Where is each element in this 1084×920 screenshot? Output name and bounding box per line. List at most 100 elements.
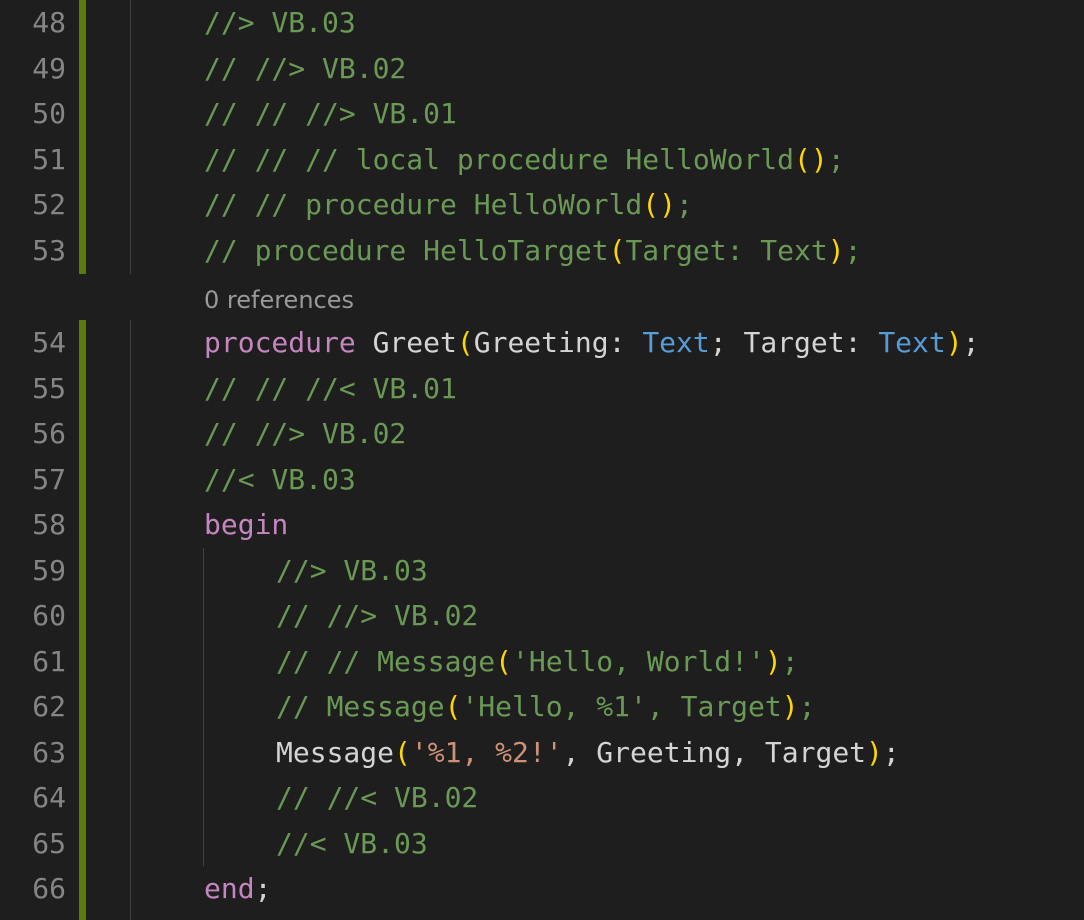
code-line[interactable]: 61 // // Message('Hello, World!'); <box>0 639 1084 684</box>
code-token: // //> VB.02 <box>204 417 407 450</box>
code-line[interactable]: 58 begin <box>0 502 1084 547</box>
code-text[interactable]: //< VB.03 <box>276 821 428 866</box>
line-number: 51 <box>32 142 66 176</box>
code-token: ; <box>962 326 980 359</box>
codelens-references[interactable]: 0 references <box>204 282 354 318</box>
code-token: ; <box>844 233 862 267</box>
code-token: () <box>642 188 677 221</box>
code-token: ; <box>798 690 816 723</box>
code-line[interactable]: 57 //< VB.03 <box>0 457 1084 502</box>
code-line[interactable]: 65 //< VB.03 <box>0 821 1084 866</box>
code-line[interactable]: 64 // //< VB.02 <box>0 775 1084 820</box>
line-number: 54 <box>32 326 66 359</box>
code-text[interactable]: // // procedure HelloWorld(); <box>204 182 693 227</box>
code-token: //> VB.03 <box>204 6 356 39</box>
code-editor[interactable]: 0 references 48 //> VB.03 49 // //> VB.02 50… <box>0 0 1084 920</box>
line-number: 61 <box>32 644 66 678</box>
code-token: // // Message <box>276 644 496 678</box>
code-token: 'Hello, World!' <box>512 644 765 678</box>
line-number: 58 <box>32 508 66 541</box>
code-line[interactable]: 59 //> VB.03 <box>0 548 1084 593</box>
code-text[interactable]: procedure Greet(Greeting: Text; Target: … <box>204 320 979 365</box>
code-text[interactable]: //> VB.03 <box>204 0 356 45</box>
code-text[interactable]: // //> VB.02 <box>204 411 406 456</box>
code-token: procedure <box>204 326 356 359</box>
code-text[interactable]: //< VB.03 <box>204 457 356 502</box>
code-token: ; <box>676 188 693 221</box>
code-token: begin <box>204 508 289 541</box>
code-line[interactable]: 63 Message('%1, %2!', Greeting, Target); <box>0 730 1084 775</box>
code-token: ; <box>781 644 799 678</box>
code-line[interactable]: 66 end; <box>0 866 1084 911</box>
code-token: // // //< VB.01 <box>204 371 457 405</box>
code-token: ; <box>254 872 272 905</box>
code-token: ) <box>781 690 799 723</box>
code-token: // // // local procedure HelloWorld <box>204 142 795 176</box>
line-number: 59 <box>32 553 66 587</box>
code-token: Greet <box>355 326 457 359</box>
line-number: 55 <box>32 371 66 405</box>
code-line[interactable]: 53 // procedure HelloTarget(Target: Text)… <box>0 228 1084 273</box>
code-token: ) <box>945 326 963 359</box>
code-token: //< VB.03 <box>204 462 356 496</box>
code-line[interactable]: 54 procedure Greet(Greeting: Text; Target… <box>0 320 1084 365</box>
line-number: 48 <box>32 6 66 39</box>
code-token: () <box>794 142 828 176</box>
code-token: ; Target: <box>709 326 879 359</box>
line-number: 52 <box>32 188 66 221</box>
code-token: Text <box>878 326 946 359</box>
code-text[interactable]: end; <box>204 866 271 911</box>
code-text[interactable]: // // Message('Hello, World!'); <box>276 639 799 684</box>
line-number: 50 <box>32 97 66 130</box>
code-text[interactable]: Message('%1, %2!', Greeting, Target); <box>276 730 900 775</box>
code-line[interactable]: 52 // // procedure HelloWorld(); <box>0 182 1084 227</box>
code-token: // //> VB.02 <box>276 599 479 632</box>
code-token: ( <box>608 233 626 267</box>
code-line[interactable]: 55 // // //< VB.01 <box>0 366 1084 411</box>
code-text[interactable]: // //< VB.02 <box>276 775 478 820</box>
code-token: // // procedure HelloWorld <box>204 188 643 221</box>
code-line[interactable]: 62 // Message('Hello, %1', Target); <box>0 684 1084 729</box>
line-number: 64 <box>32 781 66 814</box>
code-token: Message <box>276 735 395 769</box>
code-line[interactable]: 56 // //> VB.02 <box>0 411 1084 456</box>
line-number: 66 <box>32 872 66 905</box>
code-text[interactable]: // procedure HelloTarget(Target: Text); <box>204 228 861 273</box>
code-token: , Greeting, Target <box>562 735 867 769</box>
line-number: 65 <box>32 826 66 860</box>
code-token: // //< VB.02 <box>276 781 479 814</box>
code-line[interactable]: 49 // //> VB.02 <box>0 46 1084 91</box>
code-token: Target: Text <box>625 233 828 267</box>
code-line[interactable]: 48 //> VB.03 <box>0 0 1084 45</box>
code-token: Text <box>642 326 710 359</box>
code-token: 'Hello, %1', Target <box>461 690 782 723</box>
code-token: //< VB.03 <box>276 826 428 860</box>
code-text[interactable]: // // //< VB.01 <box>204 366 457 411</box>
code-token: ( <box>444 690 462 723</box>
code-text[interactable]: // //> VB.02 <box>276 593 478 638</box>
code-token: ; <box>882 735 900 769</box>
code-token: // // //> VB.01 <box>204 97 457 130</box>
code-text[interactable]: // Message('Hello, %1', Target); <box>276 684 815 729</box>
code-token: ) <box>827 233 845 267</box>
code-token: // procedure HelloTarget <box>204 233 609 267</box>
code-token: ( <box>456 326 474 359</box>
line-number: 57 <box>32 462 66 496</box>
line-number: 56 <box>32 417 66 450</box>
code-token: Greeting: <box>473 326 643 359</box>
code-text[interactable]: //> VB.03 <box>276 548 428 593</box>
code-token: end <box>204 872 255 905</box>
code-text[interactable]: // // // local procedure HelloWorld(); <box>204 137 845 182</box>
code-text[interactable]: begin <box>204 502 288 547</box>
code-text[interactable]: // // //> VB.01 <box>204 91 457 136</box>
code-line[interactable]: 50 // // //> VB.01 <box>0 91 1084 136</box>
code-text[interactable]: // //> VB.02 <box>204 46 406 91</box>
code-token: ) <box>866 735 883 769</box>
code-token: ( <box>495 644 513 678</box>
line-number: 49 <box>32 51 66 85</box>
code-token: ; <box>827 142 845 176</box>
code-token: ( <box>394 735 411 769</box>
code-line[interactable]: 51 // // // local procedure HelloWorld(); <box>0 137 1084 182</box>
code-token: ) <box>764 644 782 678</box>
code-line[interactable]: 60 // //> VB.02 <box>0 593 1084 638</box>
